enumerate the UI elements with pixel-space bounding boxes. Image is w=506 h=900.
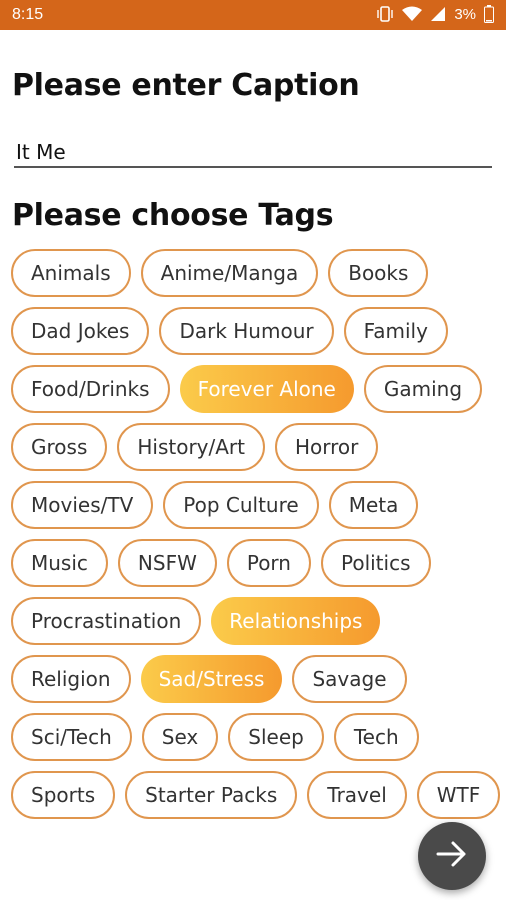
tag-chip[interactable]: History/Art bbox=[117, 423, 265, 471]
tag-chip[interactable]: Sports bbox=[11, 771, 116, 819]
tag-chip[interactable]: Meta bbox=[328, 481, 419, 529]
tags-grid: Animals Anime/Manga Books Dad Jokes Dark Hum… bbox=[11, 249, 501, 819]
tag-chip[interactable]: Music bbox=[11, 539, 108, 587]
tag-chip[interactable]: Food/Drinks bbox=[11, 365, 170, 413]
signal-icon bbox=[430, 6, 446, 22]
tag-chip[interactable]: Movies/TV bbox=[11, 481, 154, 529]
tag-chip[interactable]: Dark Humour bbox=[159, 307, 334, 355]
tag-chip[interactable]: Porn bbox=[226, 539, 311, 587]
status-icons: 3% bbox=[376, 5, 494, 23]
tag-chip[interactable]: Sad/Stress bbox=[140, 655, 283, 703]
tag-chip[interactable]: Savage bbox=[292, 655, 407, 703]
caption-heading: Please enter Caption bbox=[12, 68, 360, 103]
wifi-icon bbox=[402, 6, 423, 22]
tag-chip[interactable]: Tech bbox=[333, 713, 419, 761]
tag-chip[interactable]: Anime/Manga bbox=[140, 249, 319, 297]
tag-chip[interactable]: Forever Alone bbox=[179, 365, 354, 413]
tag-chip[interactable]: Sci/Tech bbox=[11, 713, 132, 761]
tag-chip[interactable]: Politics bbox=[320, 539, 431, 587]
tag-chip[interactable]: Dad Jokes bbox=[11, 307, 150, 355]
tag-chip[interactable]: Starter Packs bbox=[125, 771, 298, 819]
tag-chip[interactable]: Pop Culture bbox=[163, 481, 319, 529]
caption-input[interactable] bbox=[14, 140, 492, 168]
tag-chip[interactable]: Sex bbox=[141, 713, 219, 761]
tag-chip[interactable]: Animals bbox=[11, 249, 131, 297]
tags-heading: Please choose Tags bbox=[12, 198, 334, 233]
tag-chip[interactable]: Sleep bbox=[228, 713, 324, 761]
tag-chip[interactable]: WTF bbox=[416, 771, 501, 819]
tag-chip[interactable]: Gaming bbox=[363, 365, 483, 413]
status-bar: 8:15 3% bbox=[0, 0, 506, 30]
tag-chip[interactable]: Books bbox=[328, 249, 429, 297]
battery-icon bbox=[484, 5, 494, 23]
tag-chip[interactable]: Family bbox=[343, 307, 448, 355]
tag-chip[interactable]: NSFW bbox=[117, 539, 217, 587]
tag-chip[interactable]: Relationships bbox=[211, 597, 381, 645]
tag-chip[interactable]: Religion bbox=[11, 655, 131, 703]
next-button[interactable] bbox=[418, 822, 486, 890]
battery-percent: 3% bbox=[454, 5, 476, 23]
tag-chip[interactable]: Horror bbox=[275, 423, 379, 471]
tag-chip[interactable]: Gross bbox=[11, 423, 108, 471]
arrow-right-icon bbox=[436, 840, 468, 873]
tag-chip[interactable]: Travel bbox=[307, 771, 407, 819]
tag-chip[interactable]: Procrastination bbox=[11, 597, 202, 645]
vibrate-icon bbox=[376, 6, 394, 22]
status-time: 8:15 bbox=[12, 6, 44, 23]
